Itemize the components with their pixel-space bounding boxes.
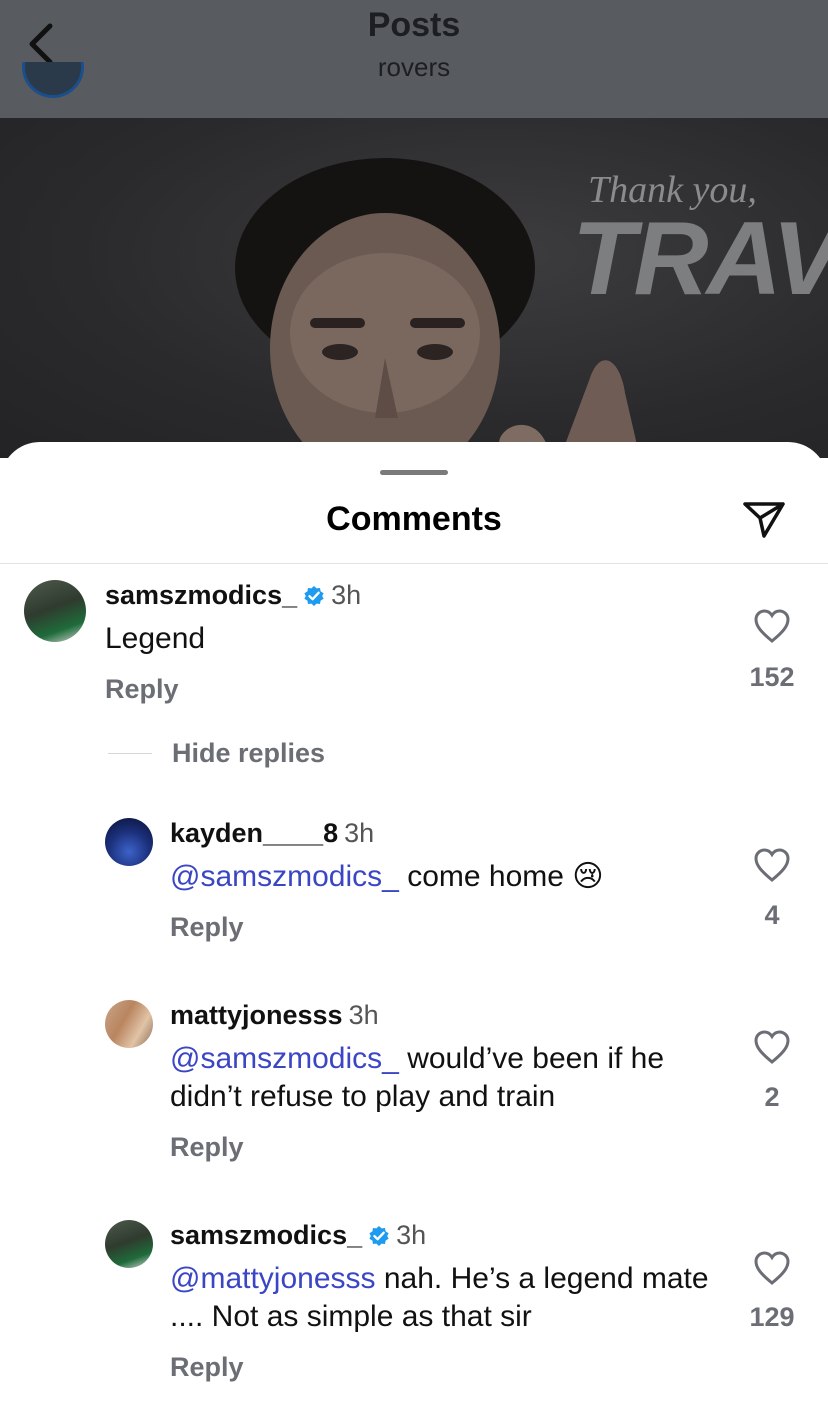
comment-text: @samszmodics_ come home 😢 [170, 858, 710, 896]
like-count: 4 [764, 900, 780, 930]
avatar[interactable] [105, 1000, 153, 1048]
comment-username[interactable]: mattyjonesss [170, 1000, 343, 1030]
comment-username-row: mattyjonesss 3h [170, 1000, 379, 1031]
heart-icon[interactable] [753, 608, 791, 644]
mention-link[interactable]: @samszmodics_ [170, 1042, 399, 1075]
comment-username[interactable]: samszmodics_ [170, 1220, 362, 1250]
comment-time: 3h [331, 580, 362, 610]
verified-badge-icon [304, 586, 324, 606]
reply-button[interactable]: Reply [170, 1132, 244, 1163]
heart-icon[interactable] [753, 1029, 791, 1065]
page-title: Posts [367, 6, 461, 44]
mention-link[interactable]: @samszmodics_ [170, 860, 399, 893]
hide-replies-button[interactable]: Hide replies [172, 738, 325, 769]
comment-username-row: kayden____8 3h [170, 818, 374, 849]
comments-title: Comments [326, 500, 502, 538]
divider [0, 563, 828, 564]
mention-link[interactable]: @mattyjonesss [170, 1262, 376, 1295]
overlay-trav: TRAV [572, 201, 828, 317]
reply-button[interactable]: Reply [105, 674, 179, 705]
avatar[interactable] [105, 1220, 153, 1268]
comment-username[interactable]: samszmodics_ [105, 580, 297, 610]
avatar[interactable] [24, 580, 86, 642]
avatar[interactable] [105, 818, 153, 866]
comments-sheet: Comments samszmodics_ 3h Legend Reply 152… [0, 442, 828, 1402]
comment-username[interactable]: kayden____8 [170, 818, 338, 848]
replies-divider-line [108, 753, 152, 754]
page-subtitle: rovers [377, 52, 451, 82]
comment-text: @samszmodics_ would’ve been if he didn’t… [170, 1040, 710, 1116]
comment-body: come home 😢 [407, 860, 604, 893]
account-avatar[interactable] [22, 62, 84, 98]
comment-username-row: samszmodics_ 3h [170, 1220, 426, 1251]
heart-icon[interactable] [753, 1250, 791, 1286]
comment-text: Legend [105, 620, 705, 658]
like-count: 2 [764, 1082, 780, 1112]
verified-badge-icon [369, 1226, 389, 1246]
like-count: 129 [749, 1302, 795, 1332]
comment-body: Legend [105, 622, 206, 655]
top-header: Posts rovers [0, 0, 828, 118]
reply-button[interactable]: Reply [170, 912, 244, 943]
like-count: 152 [749, 662, 795, 692]
comment-username-row: samszmodics_ 3h [105, 580, 361, 611]
share-icon[interactable] [740, 498, 788, 542]
comment-time: 3h [348, 1000, 379, 1030]
sheet-grabber[interactable] [380, 470, 448, 475]
comment-time: 3h [396, 1220, 427, 1250]
heart-icon[interactable] [753, 847, 791, 883]
comment-time: 3h [344, 818, 375, 848]
reply-button[interactable]: Reply [170, 1352, 244, 1383]
comment-text: @mattyjonesss nah. He’s a legend mate ..… [170, 1260, 710, 1336]
